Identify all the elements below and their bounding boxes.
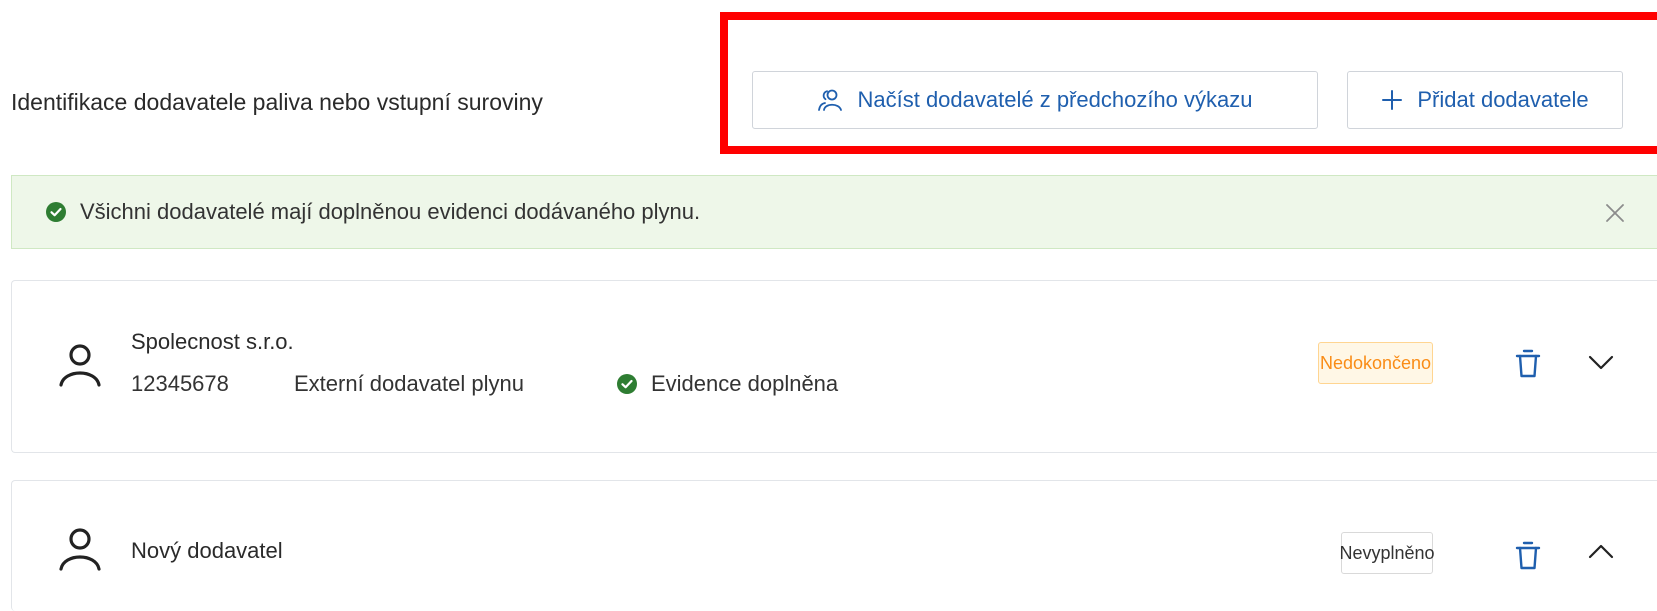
supplier-name: Spolecnost s.r.o.: [131, 329, 294, 354]
status-badge: Nevyplněno: [1339, 532, 1435, 574]
alert-message: Všichni dodavatelé mají doplněnou eviden…: [80, 199, 701, 224]
evidence-status: Evidence doplněna: [651, 371, 839, 396]
supplier-card[interactable]: Nový dodavatel Nevyplněno: [11, 480, 1657, 611]
status-badge: Nedokončeno: [1318, 342, 1433, 384]
plus-icon: [1381, 89, 1403, 111]
chevron-down-icon[interactable]: [1587, 353, 1615, 371]
section-title: Identifikace dodavatele paliva nebo vstu…: [11, 88, 543, 115]
trash-icon[interactable]: [1514, 540, 1542, 572]
supplier-id: 12345678: [131, 371, 229, 396]
users-icon: [817, 87, 843, 113]
load-suppliers-label: Načíst dodavatelé z předchozího výkazu: [857, 87, 1253, 112]
person-icon: [56, 525, 104, 573]
check-circle-icon: [46, 202, 66, 222]
trash-icon[interactable]: [1514, 348, 1542, 380]
chevron-up-icon[interactable]: [1587, 542, 1615, 560]
person-icon: [56, 341, 104, 389]
close-icon[interactable]: [1602, 200, 1628, 226]
add-supplier-button[interactable]: Přidat dodavatele: [1347, 71, 1623, 129]
supplier-card[interactable]: Spolecnost s.r.o. 12345678 Externí dodav…: [11, 280, 1657, 453]
load-suppliers-button[interactable]: Načíst dodavatelé z předchozího výkazu: [752, 71, 1318, 129]
supplier-name: Nový dodavatel: [131, 538, 283, 563]
success-alert: Všichni dodavatelé mají doplněnou eviden…: [11, 175, 1657, 249]
add-supplier-label: Přidat dodavatele: [1417, 87, 1589, 112]
supplier-meta: 12345678 Externí dodavatel plynu Evidenc…: [131, 371, 838, 397]
supplier-type: Externí dodavatel plynu: [294, 371, 524, 396]
check-circle-icon: [617, 374, 637, 394]
